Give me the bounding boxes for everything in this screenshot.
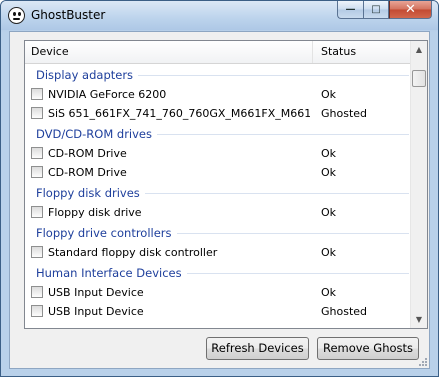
group-title: Display adapters — [36, 68, 139, 82]
device-status: Ghosted — [321, 107, 368, 120]
device-checkbox[interactable] — [31, 246, 43, 258]
group-header: DVD/CD-ROM drives — [25, 123, 411, 144]
device-name: SiS 651_661FX_741_760_760GX_M661FX_M661M… — [48, 107, 310, 120]
device-status: Ok — [321, 246, 337, 259]
list-item[interactable]: Floppy disk drive Ok — [25, 203, 411, 222]
list-item[interactable]: USB Input Device Ok — [25, 283, 411, 302]
client-area: Device Status Display adapters NVIDIA GeF… — [9, 31, 430, 369]
group-header: Floppy disk drives — [25, 182, 411, 203]
device-checkbox[interactable] — [31, 166, 43, 178]
device-checkbox[interactable] — [31, 107, 43, 119]
chevron-down-icon[interactable]: ▼ — [411, 311, 427, 328]
list-item[interactable]: CD-ROM Drive Ok — [25, 163, 411, 182]
maximize-icon: □ — [371, 4, 381, 15]
device-name: USB Input Device — [48, 305, 144, 318]
device-checkbox[interactable] — [31, 305, 43, 317]
list-item[interactable]: SiS 651_661FX_741_760_760GX_M661FX_M661M… — [25, 104, 411, 123]
device-name: CD-ROM Drive — [48, 166, 127, 179]
device-status: Ok — [321, 166, 337, 179]
device-status: Ok — [321, 147, 337, 160]
device-status: Ghosted — [321, 305, 368, 318]
window-title: GhostBuster — [31, 8, 106, 22]
group-header: Human Interface Devices — [25, 262, 411, 283]
device-status: Ok — [321, 286, 337, 299]
device-name: CD-ROM Drive — [48, 147, 127, 160]
refresh-devices-button[interactable]: Refresh Devices — [206, 337, 309, 360]
device-status: Ok — [321, 206, 337, 219]
resize-grip-icon[interactable] — [418, 357, 428, 367]
group-header: Display adapters — [25, 64, 411, 85]
vertical-scrollbar[interactable]: ▲ ▼ — [410, 41, 427, 328]
list-item[interactable]: NVIDIA GeForce 6200 Ok — [25, 85, 411, 104]
group-title: DVD/CD-ROM drives — [36, 127, 157, 141]
list-rows: Display adapters NVIDIA GeForce 6200 Ok SiS… — [25, 64, 411, 321]
group-title: Human Interface Devices — [36, 266, 187, 280]
list-item[interactable]: CD-ROM Drive Ok — [25, 144, 411, 163]
column-header-device[interactable]: Device — [25, 41, 313, 63]
close-button[interactable]: ✕ — [389, 1, 432, 19]
device-list[interactable]: Device Status Display adapters NVIDIA GeF… — [24, 40, 428, 329]
list-header: Device Status — [25, 41, 411, 64]
remove-ghosts-button[interactable]: Remove Ghosts — [317, 337, 419, 360]
group-title: Floppy drive controllers — [36, 226, 177, 240]
column-header-status[interactable]: Status — [313, 41, 411, 63]
ghostbuster-window: GhostBuster — □ ✕ Device Status Display … — [0, 0, 439, 377]
device-checkbox[interactable] — [31, 206, 43, 218]
device-checkbox[interactable] — [31, 147, 43, 159]
minimize-icon: — — [345, 4, 356, 15]
device-name: USB Input Device — [48, 286, 144, 299]
device-name: Floppy disk drive — [48, 206, 142, 219]
title-bar[interactable]: GhostBuster — □ ✕ — [1, 1, 438, 30]
device-checkbox[interactable] — [31, 286, 43, 298]
chevron-up-icon[interactable]: ▲ — [411, 41, 427, 58]
device-status: Ok — [321, 88, 337, 101]
device-name: Standard floppy disk controller — [48, 246, 218, 259]
caption-buttons: — □ ✕ — [337, 1, 432, 20]
device-name: NVIDIA GeForce 6200 — [48, 88, 167, 101]
ghost-icon — [8, 7, 25, 24]
group-title: Floppy disk drives — [36, 186, 145, 200]
group-header: Floppy drive controllers — [25, 222, 411, 243]
close-icon: ✕ — [405, 2, 416, 17]
list-item[interactable]: Standard floppy disk controller Ok — [25, 243, 411, 262]
list-item[interactable]: USB Input Device Ghosted — [25, 302, 411, 321]
minimize-button[interactable]: — — [337, 1, 363, 19]
device-checkbox[interactable] — [31, 88, 43, 100]
scroll-thumb[interactable] — [412, 70, 426, 87]
maximize-button[interactable]: □ — [363, 1, 389, 19]
